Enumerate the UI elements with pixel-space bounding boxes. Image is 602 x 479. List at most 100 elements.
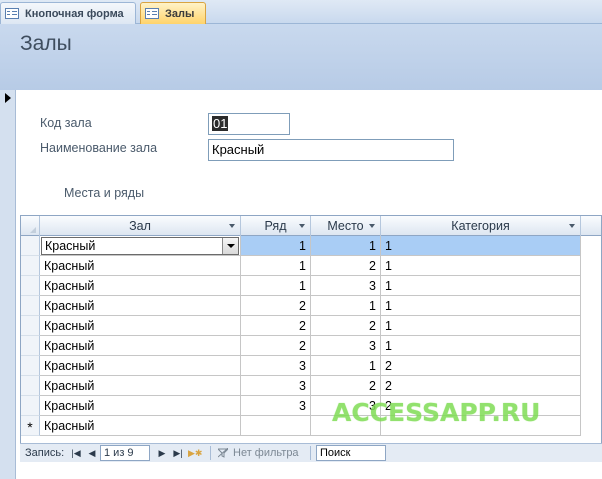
cell-hall[interactable]: Красный	[40, 256, 241, 276]
cell-hall[interactable]: Красный	[40, 416, 241, 436]
table-row[interactable]: Красный 2 2 1	[21, 316, 601, 336]
row-selector[interactable]	[21, 336, 40, 356]
first-record-icon[interactable]: |◀	[70, 447, 82, 459]
record-label: Запись:	[25, 447, 65, 459]
row-selector[interactable]	[21, 356, 40, 376]
record-navigation-bar: Запись: |◀ ◀ 1 из 9 ▶ ▶| ▶✱ Нет фильтра …	[20, 443, 602, 462]
form-icon	[145, 8, 159, 19]
cell-hall[interactable]: Красный	[40, 276, 241, 296]
cell-category[interactable]: 1	[381, 316, 581, 336]
next-record-icon[interactable]: ▶	[156, 447, 168, 459]
watermark: ACCESSAPP.RU	[332, 398, 541, 427]
new-record-marker-icon: *	[21, 416, 40, 436]
document-tab-strip: Кнопочная форма Залы	[0, 0, 602, 24]
hall-code-value: 01	[212, 116, 229, 131]
cell-seat-number[interactable]: 1	[311, 236, 381, 256]
cell-hall[interactable]: Красный	[40, 376, 241, 396]
column-header-row-label: Ряд	[264, 219, 287, 233]
hall-code-label: Код зала	[40, 116, 92, 130]
row-selector[interactable]	[21, 236, 40, 256]
cell-hall[interactable]: Красный	[40, 336, 241, 356]
hall-code-field[interactable]: 01	[208, 113, 290, 135]
cell-row-number[interactable]: 2	[241, 336, 311, 356]
hall-name-label: Наименование зала	[40, 141, 158, 155]
row-selector[interactable]	[21, 256, 40, 276]
cell-category[interactable]: 1	[381, 256, 581, 276]
filter-icon	[218, 448, 228, 458]
cell-seat-number[interactable]: 2	[311, 256, 381, 276]
cell-hall[interactable]: Красный	[40, 296, 241, 316]
row-selector[interactable]	[21, 396, 40, 416]
table-row[interactable]: Красный 2 3 1	[21, 336, 601, 356]
table-row[interactable]: Красный 2 1 1	[21, 296, 601, 316]
new-record-icon[interactable]: ▶✱	[188, 447, 202, 459]
row-selector[interactable]	[21, 376, 40, 396]
cell-category[interactable]: 2	[381, 356, 581, 376]
form-header: Залы	[0, 24, 602, 90]
previous-record-icon[interactable]: ◀	[86, 447, 98, 459]
row-selector[interactable]	[21, 276, 40, 296]
table-row[interactable]: Красный 1 1 1	[21, 236, 601, 256]
cell-row-number[interactable]: 3	[241, 376, 311, 396]
cell-row-number[interactable]: 2	[241, 296, 311, 316]
nav-divider	[310, 446, 311, 460]
form-icon	[5, 8, 19, 19]
table-row[interactable]: Красный 1 3 1	[21, 276, 601, 296]
cell-category[interactable]: 1	[381, 296, 581, 316]
row-selector[interactable]	[21, 316, 40, 336]
cell-seat-number[interactable]: 2	[311, 376, 381, 396]
cell-row-number[interactable]: 1	[241, 236, 311, 256]
record-selector[interactable]	[0, 90, 16, 479]
record-position-field[interactable]: 1 из 9	[100, 445, 150, 461]
last-record-icon[interactable]: ▶|	[172, 447, 184, 459]
cell-hall[interactable]: Красный	[40, 316, 241, 336]
select-all-corner[interactable]	[21, 216, 40, 236]
column-header-hall[interactable]: Зал	[40, 216, 241, 236]
column-header-category[interactable]: Категория	[381, 216, 581, 236]
datasheet-header: Зал Ряд Место Категория	[21, 216, 601, 236]
cell-hall[interactable]: Красный	[40, 236, 241, 256]
cell-row-number[interactable]: 1	[241, 256, 311, 276]
dropdown-arrow-icon[interactable]	[222, 238, 238, 254]
column-dropdown-icon[interactable]	[299, 224, 305, 228]
column-dropdown-icon[interactable]	[569, 224, 575, 228]
column-header-seat[interactable]: Место	[311, 216, 381, 236]
current-record-arrow-icon	[5, 93, 11, 103]
cell-seat-number[interactable]: 3	[311, 336, 381, 356]
hall-combobox[interactable]: Красный	[41, 237, 239, 255]
tab-switchboard-label: Кнопочная форма	[25, 7, 124, 20]
column-header-category-label: Категория	[451, 219, 510, 233]
cell-category[interactable]: 2	[381, 376, 581, 396]
search-input[interactable]: Поиск	[316, 445, 386, 461]
filter-toggle-button[interactable]: Нет фильтра	[233, 447, 299, 459]
hall-name-field[interactable]: Красный	[208, 139, 454, 161]
cell-row-number[interactable]: 3	[241, 356, 311, 376]
table-row[interactable]: Красный 3 2 2	[21, 376, 601, 396]
cell-row-number[interactable]	[241, 416, 311, 436]
row-selector[interactable]	[21, 296, 40, 316]
cell-category[interactable]: 1	[381, 236, 581, 256]
cell-category[interactable]: 1	[381, 276, 581, 296]
column-header-row[interactable]: Ряд	[241, 216, 311, 236]
column-header-hall-label: Зал	[129, 219, 151, 233]
column-dropdown-icon[interactable]	[369, 224, 375, 228]
cell-row-number[interactable]: 3	[241, 396, 311, 416]
cell-seat-number[interactable]: 1	[311, 356, 381, 376]
hall-combobox-value: Красный	[45, 239, 96, 253]
nav-divider	[210, 446, 211, 460]
column-dropdown-icon[interactable]	[229, 224, 235, 228]
tab-halls-label: Залы	[165, 7, 195, 20]
cell-category[interactable]: 1	[381, 336, 581, 356]
cell-row-number[interactable]: 1	[241, 276, 311, 296]
tab-switchboard[interactable]: Кнопочная форма	[0, 2, 136, 24]
cell-hall[interactable]: Красный	[40, 396, 241, 416]
cell-seat-number[interactable]: 3	[311, 276, 381, 296]
cell-hall[interactable]: Красный	[40, 356, 241, 376]
cell-seat-number[interactable]: 1	[311, 296, 381, 316]
table-row[interactable]: Красный 3 1 2	[21, 356, 601, 376]
tab-halls[interactable]: Залы	[140, 2, 206, 24]
table-row[interactable]: Красный 1 2 1	[21, 256, 601, 276]
subform-label: Места и ряды	[64, 186, 145, 200]
cell-row-number[interactable]: 2	[241, 316, 311, 336]
cell-seat-number[interactable]: 2	[311, 316, 381, 336]
